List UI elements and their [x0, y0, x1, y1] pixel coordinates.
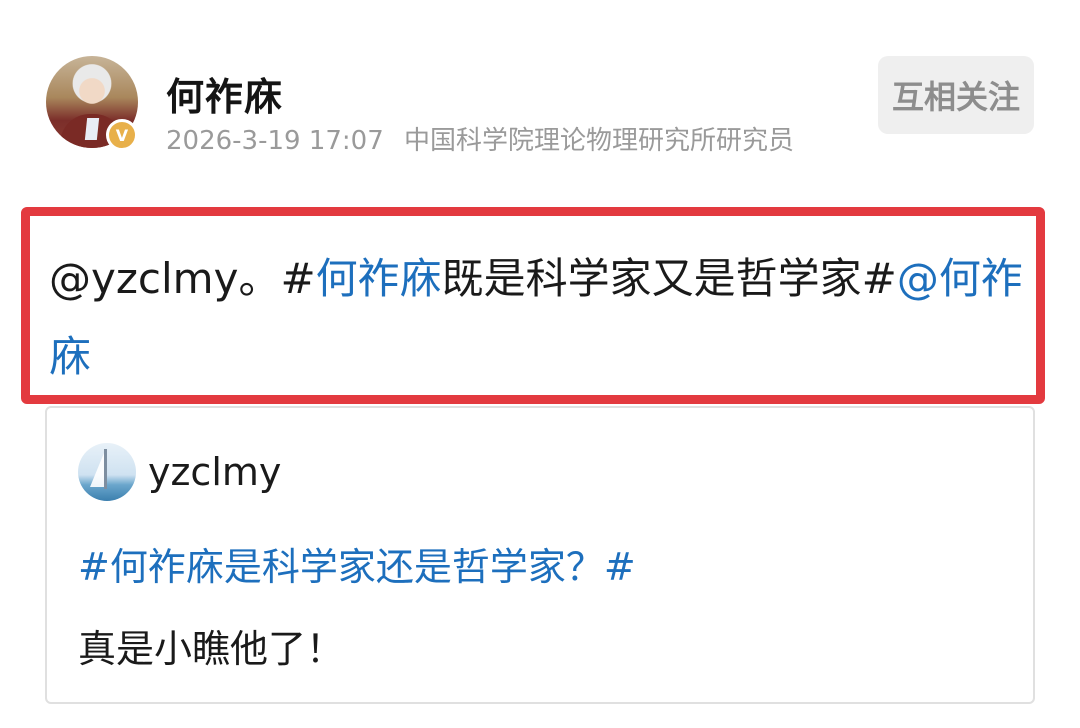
post-timestamp: 2026-3-19 17:07 [166, 126, 384, 156]
post-text: @yzclmy。#何祚庥既是科学家又是哲学家#@何祚庥 [49, 240, 1024, 396]
sailboat-mast [104, 449, 107, 489]
avatar-collar [84, 118, 100, 140]
mention-link[interactable]: @yzclmy [49, 254, 238, 303]
quoted-body-text: 真是小瞧他了！ [78, 627, 345, 671]
punctuation: 。 [238, 254, 281, 303]
author-title: 中国科学院理论物理研究所研究员 [404, 126, 795, 156]
sailboat-sail [90, 453, 104, 487]
author-name[interactable]: 何祚庥 [166, 66, 283, 121]
topic-link[interactable]: 何祚庥 [316, 254, 442, 303]
quoted-topic-link[interactable]: #何祚庥是科学家还是哲学家？# [78, 536, 636, 591]
quoted-username[interactable]: yzclmy [148, 450, 281, 494]
verified-badge-icon: V [106, 119, 138, 151]
post-meta: 2026-3-19 17:07 中国科学院理论物理研究所研究员 [166, 120, 794, 157]
topic-rest: 既是科学家又是哲学家# [441, 254, 897, 303]
mutual-follow-button[interactable]: 互相关注 [878, 56, 1034, 134]
weibo-post-view: V 何祚庥 2026-3-19 17:07 中国科学院理论物理研究所研究员 互相… [0, 0, 1080, 728]
topic-hash-open: # [280, 254, 316, 303]
quoted-post-card[interactable]: yzclmy #何祚庥是科学家还是哲学家？# 真是小瞧他了！ [45, 406, 1035, 704]
quoted-user-avatar[interactable] [78, 443, 136, 501]
